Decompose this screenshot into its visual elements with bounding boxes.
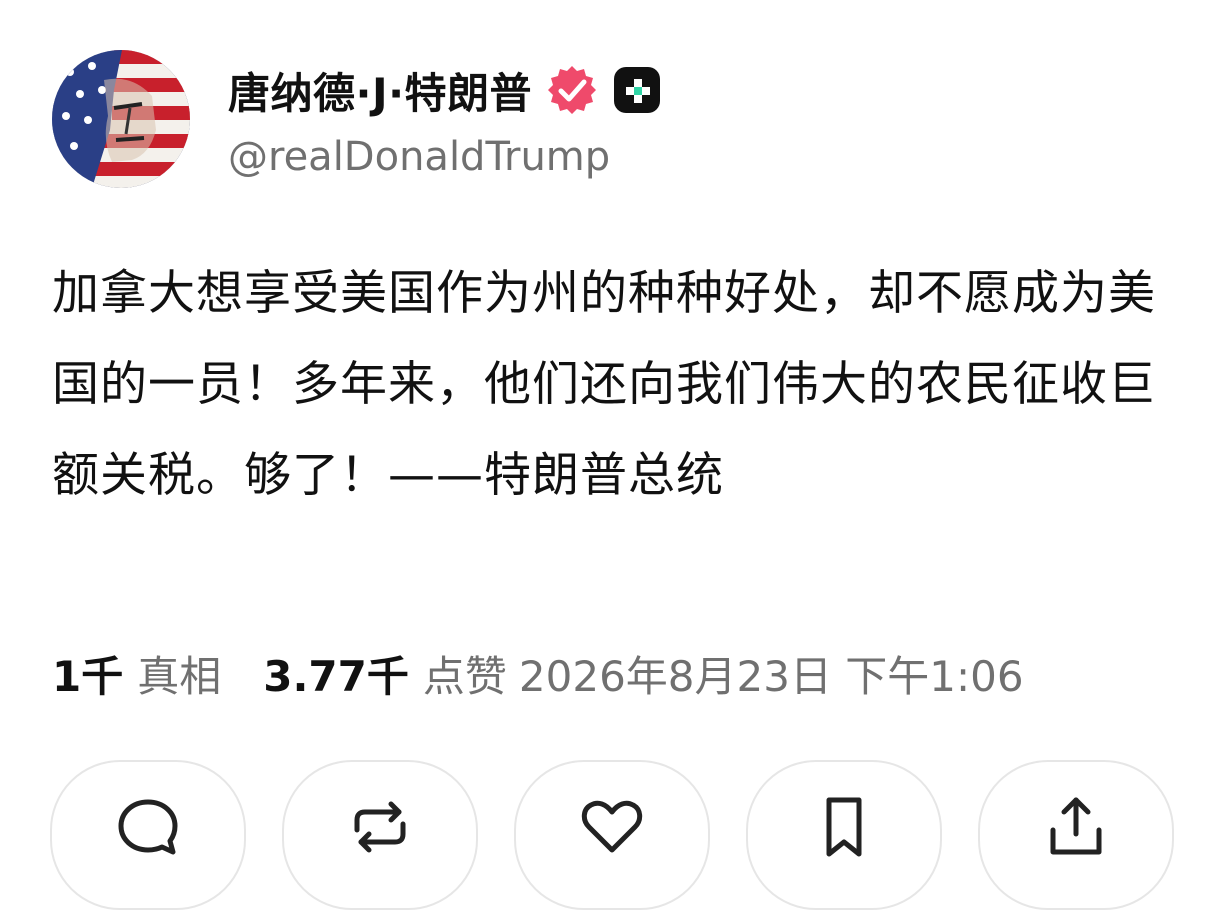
post-card: 唐纳德·J·特朗普 @realDonaldTrump 加拿大想享受美国作为州的种… [0,0,1224,910]
avatar-image [52,50,190,188]
truth-social-app-icon [614,67,661,113]
author-handle[interactable]: @realDonaldTrump [228,134,610,180]
post-timestamp: 2026年8月23日 下午1:06 [518,651,1024,701]
like-icon [581,800,643,853]
post-text: 加拿大想享受美国作为州的种种好处，却不愿成为美国的一员！多年来，他们还向我们伟大… [52,266,1156,503]
likes-label[interactable]: 点赞 [423,643,507,704]
verified-badge-icon [548,66,597,114]
author-display-name[interactable]: 唐纳德·J·特朗普 [228,60,532,121]
reply-icon [118,799,178,855]
author-name-row: 唐纳德·J·特朗普 [228,60,662,120]
likes-count[interactable]: 3.77千 [263,643,409,704]
post-stats: 1千 真相 3.77千 点赞 2026年8月23日 下午1:06 [52,640,1024,706]
share-icon [1050,797,1102,855]
retruths-count[interactable]: 1千 [52,643,123,704]
retruths-label[interactable]: 真相 [137,643,221,704]
repost-icon [354,801,406,853]
avatar[interactable] [52,50,190,188]
bookmark-icon [826,797,862,857]
